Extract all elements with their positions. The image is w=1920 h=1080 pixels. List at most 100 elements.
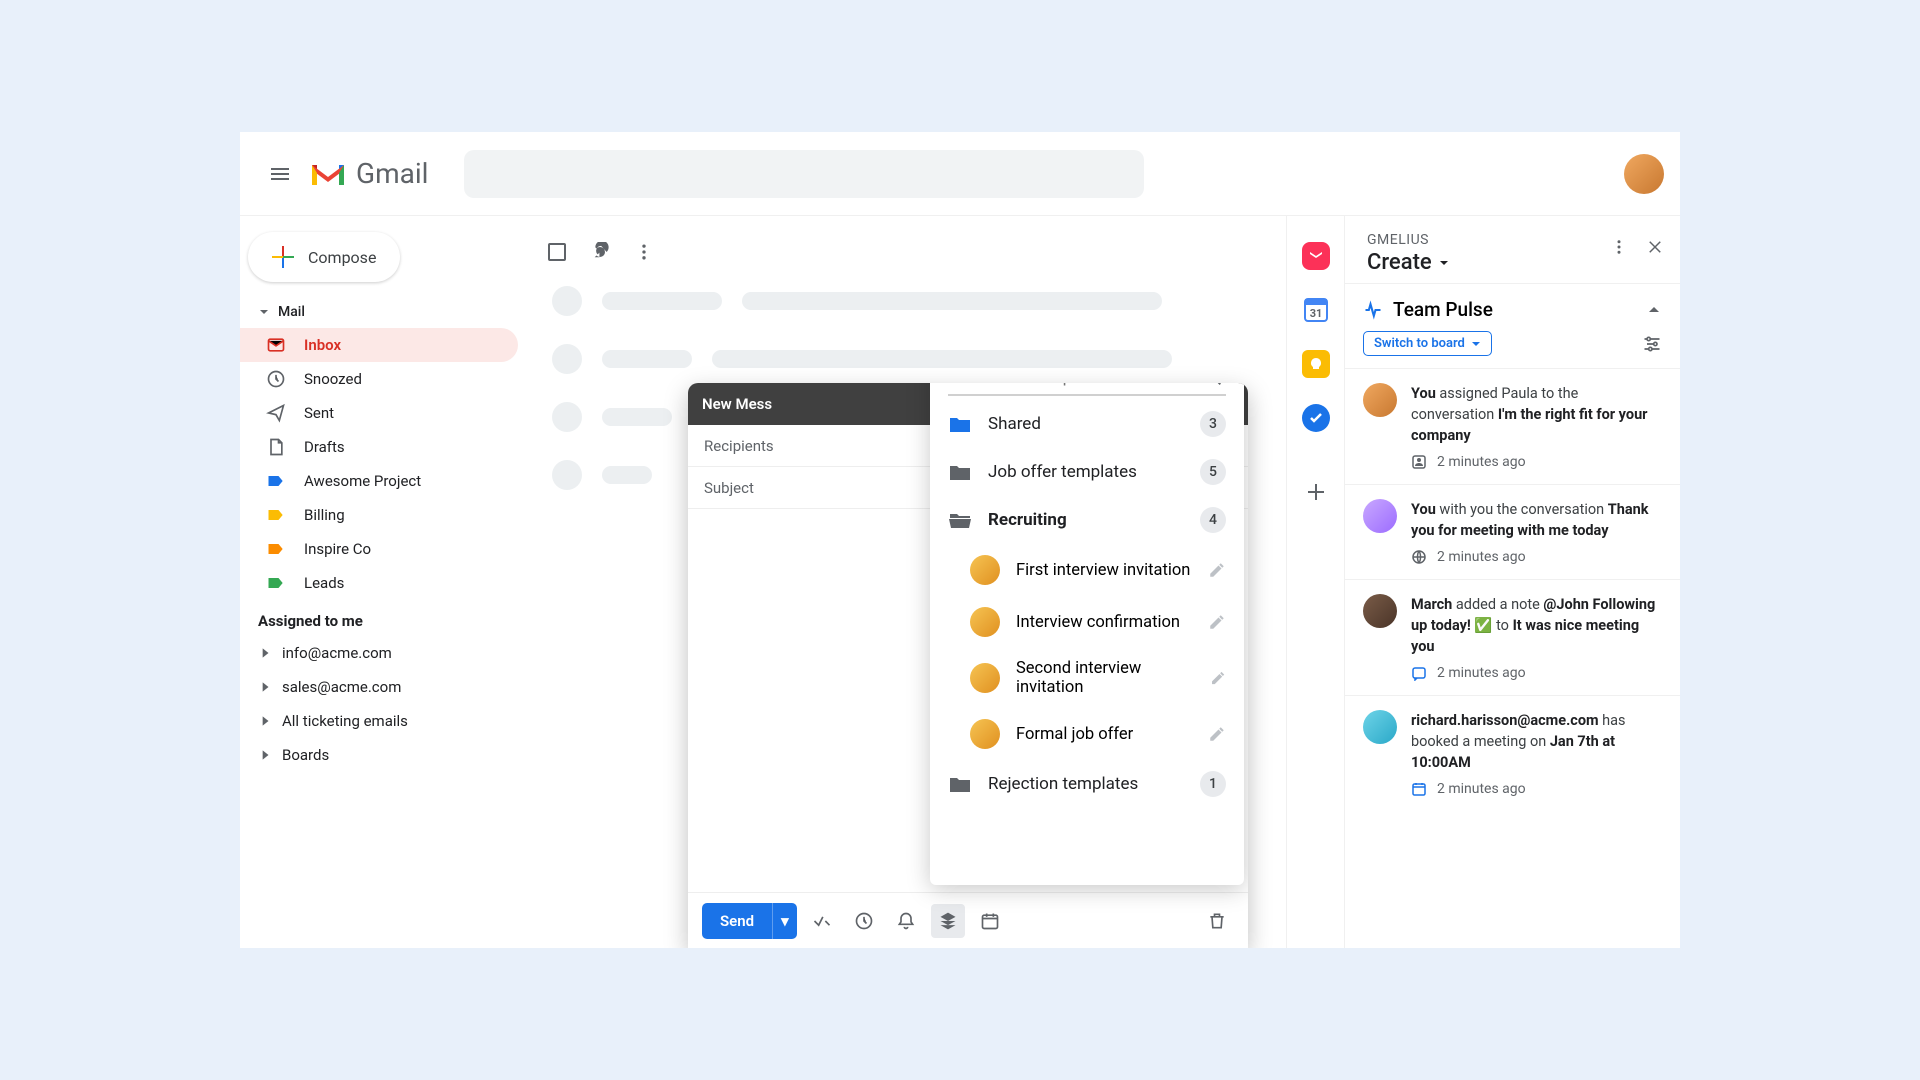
add-app-icon[interactable] bbox=[1302, 478, 1330, 506]
email-toolbar bbox=[530, 232, 1286, 272]
activity-feed: You assigned Paula to the conversation I… bbox=[1345, 368, 1680, 948]
template-item[interactable]: First interview invitation bbox=[930, 544, 1244, 596]
topbar: Gmail bbox=[240, 132, 1680, 216]
template-search-input[interactable] bbox=[950, 383, 1202, 387]
compose-button[interactable]: Compose bbox=[248, 232, 400, 282]
svg-text:31: 31 bbox=[1309, 307, 1322, 320]
meeting-icon[interactable] bbox=[973, 904, 1007, 938]
tasks-app-icon[interactable] bbox=[1302, 404, 1330, 432]
nav-item-inbox[interactable]: Inbox bbox=[240, 328, 518, 362]
edit-icon[interactable] bbox=[1208, 725, 1226, 743]
panel-more-icon[interactable] bbox=[1610, 238, 1628, 260]
compose-window-title: New Mess bbox=[702, 395, 772, 413]
email-row[interactable] bbox=[530, 330, 1286, 388]
assigned-item[interactable]: info@acme.com bbox=[240, 636, 530, 670]
discard-icon[interactable] bbox=[1200, 904, 1234, 938]
template-icon[interactable] bbox=[931, 904, 965, 938]
chevron-up-icon[interactable] bbox=[1646, 302, 1662, 318]
send-dropdown-icon[interactable]: ▾ bbox=[772, 903, 797, 939]
count-badge: 4 bbox=[1200, 507, 1226, 533]
template-item[interactable]: Interview confirmation bbox=[930, 596, 1244, 648]
pulse-icon bbox=[1363, 300, 1383, 320]
nav-item-sent[interactable]: Sent bbox=[240, 396, 518, 430]
template-author-avatar bbox=[970, 555, 1000, 585]
refresh-icon[interactable] bbox=[590, 242, 610, 262]
assigned-header: Assigned to me bbox=[240, 600, 530, 636]
feed-item[interactable]: You assigned Paula to the conversation I… bbox=[1345, 368, 1680, 484]
email-row[interactable] bbox=[530, 272, 1286, 330]
nav-item-leads[interactable]: Leads bbox=[240, 566, 518, 600]
feed-avatar bbox=[1363, 499, 1397, 533]
template-author-avatar bbox=[970, 607, 1000, 637]
nav-item-awesome[interactable]: Awesome Project bbox=[240, 464, 518, 498]
app-title: Gmail bbox=[356, 157, 428, 190]
gmelius-app-icon[interactable] bbox=[1302, 242, 1330, 270]
search-icon bbox=[1202, 383, 1224, 388]
more-icon[interactable] bbox=[634, 242, 654, 262]
template-folder[interactable]: Shared3 bbox=[930, 400, 1244, 448]
count-badge: 3 bbox=[1200, 411, 1226, 437]
nav-item-inspire[interactable]: Inspire Co bbox=[240, 532, 518, 566]
template-author-avatar bbox=[970, 719, 1000, 749]
keep-app-icon[interactable] bbox=[1302, 350, 1330, 378]
feed-item[interactable]: You with you the conversation Thank you … bbox=[1345, 484, 1680, 579]
compose-label: Compose bbox=[308, 248, 376, 267]
feed-meta: 2 minutes ago bbox=[1411, 781, 1662, 797]
main-area: Compose Mail InboxSnoozedSentDraftsAweso… bbox=[240, 216, 1680, 948]
assigned-item[interactable]: Boards bbox=[240, 738, 530, 772]
account-avatar[interactable] bbox=[1624, 154, 1664, 194]
plus-icon bbox=[272, 246, 294, 268]
assigned-item[interactable]: All ticketing emails bbox=[240, 704, 530, 738]
template-folder[interactable]: Rejection templates1 bbox=[930, 760, 1244, 808]
schedule-icon[interactable] bbox=[847, 904, 881, 938]
select-all-checkbox[interactable] bbox=[548, 243, 566, 261]
template-item[interactable]: Formal job offer bbox=[930, 708, 1244, 760]
feed-avatar bbox=[1363, 710, 1397, 744]
feed-meta: 2 minutes ago bbox=[1411, 665, 1662, 681]
count-badge: 1 bbox=[1200, 771, 1226, 797]
feed-item[interactable]: richard.harisson@acme.com has booked a m… bbox=[1345, 695, 1680, 811]
templates-popup: Powered by Gmelius SEQUENCES TEMPLATES S… bbox=[930, 383, 1244, 885]
app-rail: 31 bbox=[1286, 216, 1344, 948]
team-pulse-header[interactable]: Team Pulse bbox=[1345, 283, 1680, 331]
template-author-avatar bbox=[970, 663, 1000, 693]
nav-item-drafts[interactable]: Drafts bbox=[240, 430, 518, 464]
nav-item-billing[interactable]: Billing bbox=[240, 498, 518, 532]
template-item[interactable]: Second interview invitation bbox=[930, 648, 1244, 708]
template-folder[interactable]: Job offer templates5 bbox=[930, 448, 1244, 496]
edit-icon[interactable] bbox=[1210, 669, 1226, 687]
template-folder[interactable]: Recruiting4 bbox=[930, 496, 1244, 544]
feed-meta: 2 minutes ago bbox=[1411, 454, 1662, 470]
panel-close-icon[interactable] bbox=[1646, 238, 1664, 260]
search-input[interactable] bbox=[464, 150, 1144, 198]
feed-text: You assigned Paula to the conversation I… bbox=[1411, 383, 1662, 446]
feed-meta: 2 minutes ago bbox=[1411, 549, 1662, 565]
send-button[interactable]: Send ▾ bbox=[702, 903, 797, 939]
tracking-icon[interactable] bbox=[805, 904, 839, 938]
mail-section-header[interactable]: Mail bbox=[240, 296, 530, 328]
assigned-item[interactable]: sales@acme.com bbox=[240, 670, 530, 704]
gmail-app: Gmail Compose Mail InboxSnoozedSentDraft… bbox=[240, 132, 1680, 948]
content-area: New Mess — ✕ Recipients Subject Send ▾ bbox=[530, 216, 1286, 948]
feed-avatar bbox=[1363, 383, 1397, 417]
nav-item-snoozed[interactable]: Snoozed bbox=[240, 362, 518, 396]
count-badge: 5 bbox=[1200, 459, 1226, 485]
feed-text: richard.harisson@acme.com has booked a m… bbox=[1411, 710, 1662, 773]
feed-item[interactable]: March added a note @John Following up to… bbox=[1345, 579, 1680, 695]
feed-text: You with you the conversation Thank you … bbox=[1411, 499, 1662, 541]
menu-icon[interactable] bbox=[256, 150, 304, 198]
template-search[interactable] bbox=[948, 383, 1226, 396]
gmelius-panel: GMELIUS Create Team Pulse Switch to boar… bbox=[1344, 216, 1680, 948]
feed-text: March added a note @John Following up to… bbox=[1411, 594, 1662, 657]
switch-to-board-button[interactable]: Switch to board bbox=[1363, 331, 1492, 356]
compose-footer: Send ▾ bbox=[688, 892, 1248, 948]
reminder-icon[interactable] bbox=[889, 904, 923, 938]
gmail-logo[interactable]: Gmail bbox=[308, 157, 428, 190]
edit-icon[interactable] bbox=[1208, 561, 1226, 579]
filter-icon[interactable] bbox=[1642, 334, 1662, 354]
compose-window: New Mess — ✕ Recipients Subject Send ▾ bbox=[688, 383, 1248, 948]
sidebar: Compose Mail InboxSnoozedSentDraftsAweso… bbox=[240, 216, 530, 948]
edit-icon[interactable] bbox=[1208, 613, 1226, 631]
calendar-app-icon[interactable]: 31 bbox=[1302, 296, 1330, 324]
feed-avatar bbox=[1363, 594, 1397, 628]
